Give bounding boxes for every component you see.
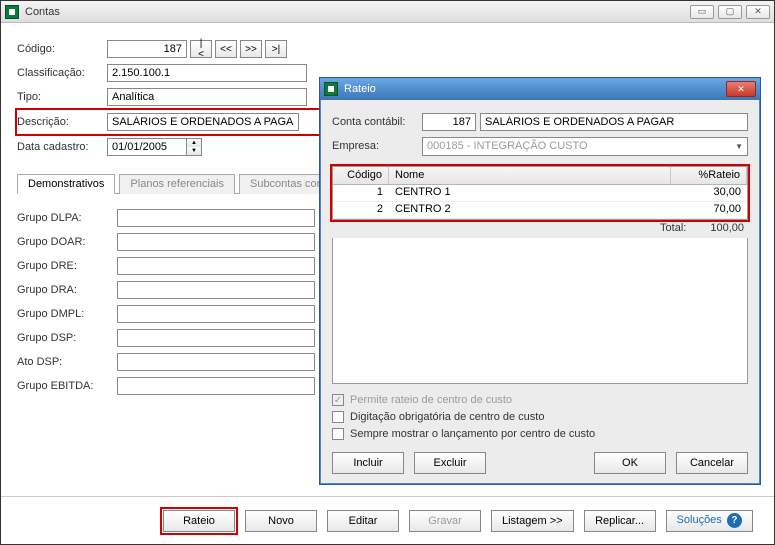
conta-contabil-label: Conta contábil: [332, 116, 422, 128]
nav-last-button[interactable]: >| [265, 40, 287, 58]
grupo-dra-label: Grupo DRA: [17, 284, 117, 296]
codigo-row: Código: |< << >> >| [17, 37, 758, 61]
descricao-label: Descrição: [17, 116, 107, 128]
check-sempre[interactable]: Sempre mostrar o lançamento por centro d… [332, 428, 748, 440]
date-spin-up[interactable]: ▲ [187, 139, 201, 147]
table-row[interactable]: 1 CENTRO 1 30,00 [333, 185, 747, 202]
cell-pct: 70,00 [671, 202, 747, 218]
gravar-button[interactable]: Gravar [409, 510, 481, 532]
dialog-title: Rateio [344, 83, 720, 95]
grupo-dlpa-label: Grupo DLPA: [17, 212, 117, 224]
nav-first-button[interactable]: |< [190, 40, 212, 58]
grupo-ebitda-label: Grupo EBITDA: [17, 380, 117, 392]
col-codigo[interactable]: Código [333, 167, 389, 184]
cell-codigo: 1 [333, 185, 389, 201]
app-icon [5, 5, 19, 19]
cancelar-button[interactable]: Cancelar [676, 452, 748, 474]
minimize-button[interactable]: ▭ [690, 5, 714, 19]
col-pct[interactable]: %Rateio [671, 167, 747, 184]
grupo-dmpl-input[interactable] [117, 305, 315, 323]
grupo-dre-input[interactable] [117, 257, 315, 275]
dialog-app-icon [324, 82, 338, 96]
rateio-dialog: Rateio ✕ Conta contábil: Empresa: 000185… [319, 77, 761, 485]
checkbox-icon: ✓ [332, 394, 344, 406]
nav-next-button[interactable]: >> [240, 40, 262, 58]
maximize-button[interactable]: ▢ [718, 5, 742, 19]
total-label: Total: [660, 222, 686, 238]
grupo-dre-label: Grupo DRE: [17, 260, 117, 272]
total-value: 100,00 [710, 222, 744, 238]
cell-pct: 30,00 [671, 185, 747, 201]
nav-prev-button[interactable]: << [215, 40, 237, 58]
conta-name-input[interactable] [480, 113, 748, 131]
conta-code-input[interactable] [422, 113, 476, 131]
data-cadastro-input[interactable] [107, 138, 187, 156]
incluir-button[interactable]: Incluir [332, 452, 404, 474]
grupo-doar-input[interactable] [117, 233, 315, 251]
excluir-button[interactable]: Excluir [414, 452, 486, 474]
check-permite: ✓ Permite rateio de centro de custo [332, 394, 748, 406]
cell-nome: CENTRO 2 [389, 202, 671, 218]
classificacao-label: Classificação: [17, 67, 107, 79]
checkbox-icon [332, 428, 344, 440]
rateio-button[interactable]: Rateio [163, 510, 235, 532]
check-digitacao-label: Digitação obrigatória de centro de custo [350, 411, 544, 423]
descricao-input[interactable] [107, 113, 299, 131]
grid-header: Código Nome %Rateio [333, 167, 747, 185]
grupo-doar-label: Grupo DOAR: [17, 236, 117, 248]
rateio-grid[interactable]: Código Nome %Rateio 1 CENTRO 1 30,00 2 C… [332, 166, 748, 220]
ato-dsp-label: Ato DSP: [17, 356, 117, 368]
solucoes-label: Soluções [677, 514, 722, 526]
total-row: Total: 100,00 [332, 220, 748, 238]
ato-dsp-input[interactable] [117, 353, 315, 371]
ok-button[interactable]: OK [594, 452, 666, 474]
grid-highlight: Código Nome %Rateio 1 CENTRO 1 30,00 2 C… [332, 166, 748, 220]
codigo-input[interactable] [107, 40, 187, 58]
check-sempre-label: Sempre mostrar o lançamento por centro d… [350, 428, 595, 440]
dialog-button-bar: Incluir Excluir OK Cancelar [332, 452, 748, 474]
tipo-input[interactable] [107, 88, 307, 106]
col-nome[interactable]: Nome [389, 167, 671, 184]
listagem-button[interactable]: Listagem >> [491, 510, 574, 532]
close-button[interactable]: ✕ [746, 5, 770, 19]
data-cadastro-label: Data cadastro: [17, 141, 107, 153]
date-spin-down[interactable]: ▼ [187, 147, 201, 155]
empresa-value: 000185 - INTEGRAÇÃO CUSTO [427, 140, 588, 152]
main-titlebar: Contas ▭ ▢ ✕ [1, 1, 774, 23]
grid-blank-area[interactable] [332, 238, 748, 384]
grupo-dsp-input[interactable] [117, 329, 315, 347]
empresa-select[interactable]: 000185 - INTEGRAÇÃO CUSTO ▼ [422, 137, 748, 156]
tipo-label: Tipo: [17, 91, 107, 103]
chevron-down-icon: ▼ [735, 142, 743, 151]
grupo-ebitda-input[interactable] [117, 377, 315, 395]
grupo-dmpl-label: Grupo DMPL: [17, 308, 117, 320]
help-icon: ? [727, 513, 742, 528]
codigo-label: Código: [17, 43, 107, 55]
classificacao-input[interactable] [107, 64, 307, 82]
grupo-dra-input[interactable] [117, 281, 315, 299]
editar-button[interactable]: Editar [327, 510, 399, 532]
tab-planos[interactable]: Planos referenciais [119, 174, 235, 194]
window-title: Contas [25, 6, 684, 18]
grupo-dlpa-input[interactable] [117, 209, 315, 227]
bottom-toolbar: Rateio Novo Editar Gravar Listagem >> Re… [1, 496, 774, 544]
dialog-titlebar: Rateio ✕ [320, 78, 760, 100]
checkbox-icon [332, 411, 344, 423]
check-digitacao[interactable]: Digitação obrigatória de centro de custo [332, 411, 748, 423]
date-spinner[interactable]: ▲ ▼ [187, 138, 202, 156]
replicar-button[interactable]: Replicar... [584, 510, 656, 532]
novo-button[interactable]: Novo [245, 510, 317, 532]
tab-demonstrativos[interactable]: Demonstrativos [17, 174, 115, 194]
grupo-dsp-label: Grupo DSP: [17, 332, 117, 344]
cell-codigo: 2 [333, 202, 389, 218]
check-permite-label: Permite rateio de centro de custo [350, 394, 512, 406]
solucoes-button[interactable]: Soluções ? [666, 510, 753, 532]
cell-nome: CENTRO 1 [389, 185, 671, 201]
dialog-close-button[interactable]: ✕ [726, 81, 756, 97]
table-row[interactable]: 2 CENTRO 2 70,00 [333, 202, 747, 219]
empresa-label: Empresa: [332, 140, 422, 152]
